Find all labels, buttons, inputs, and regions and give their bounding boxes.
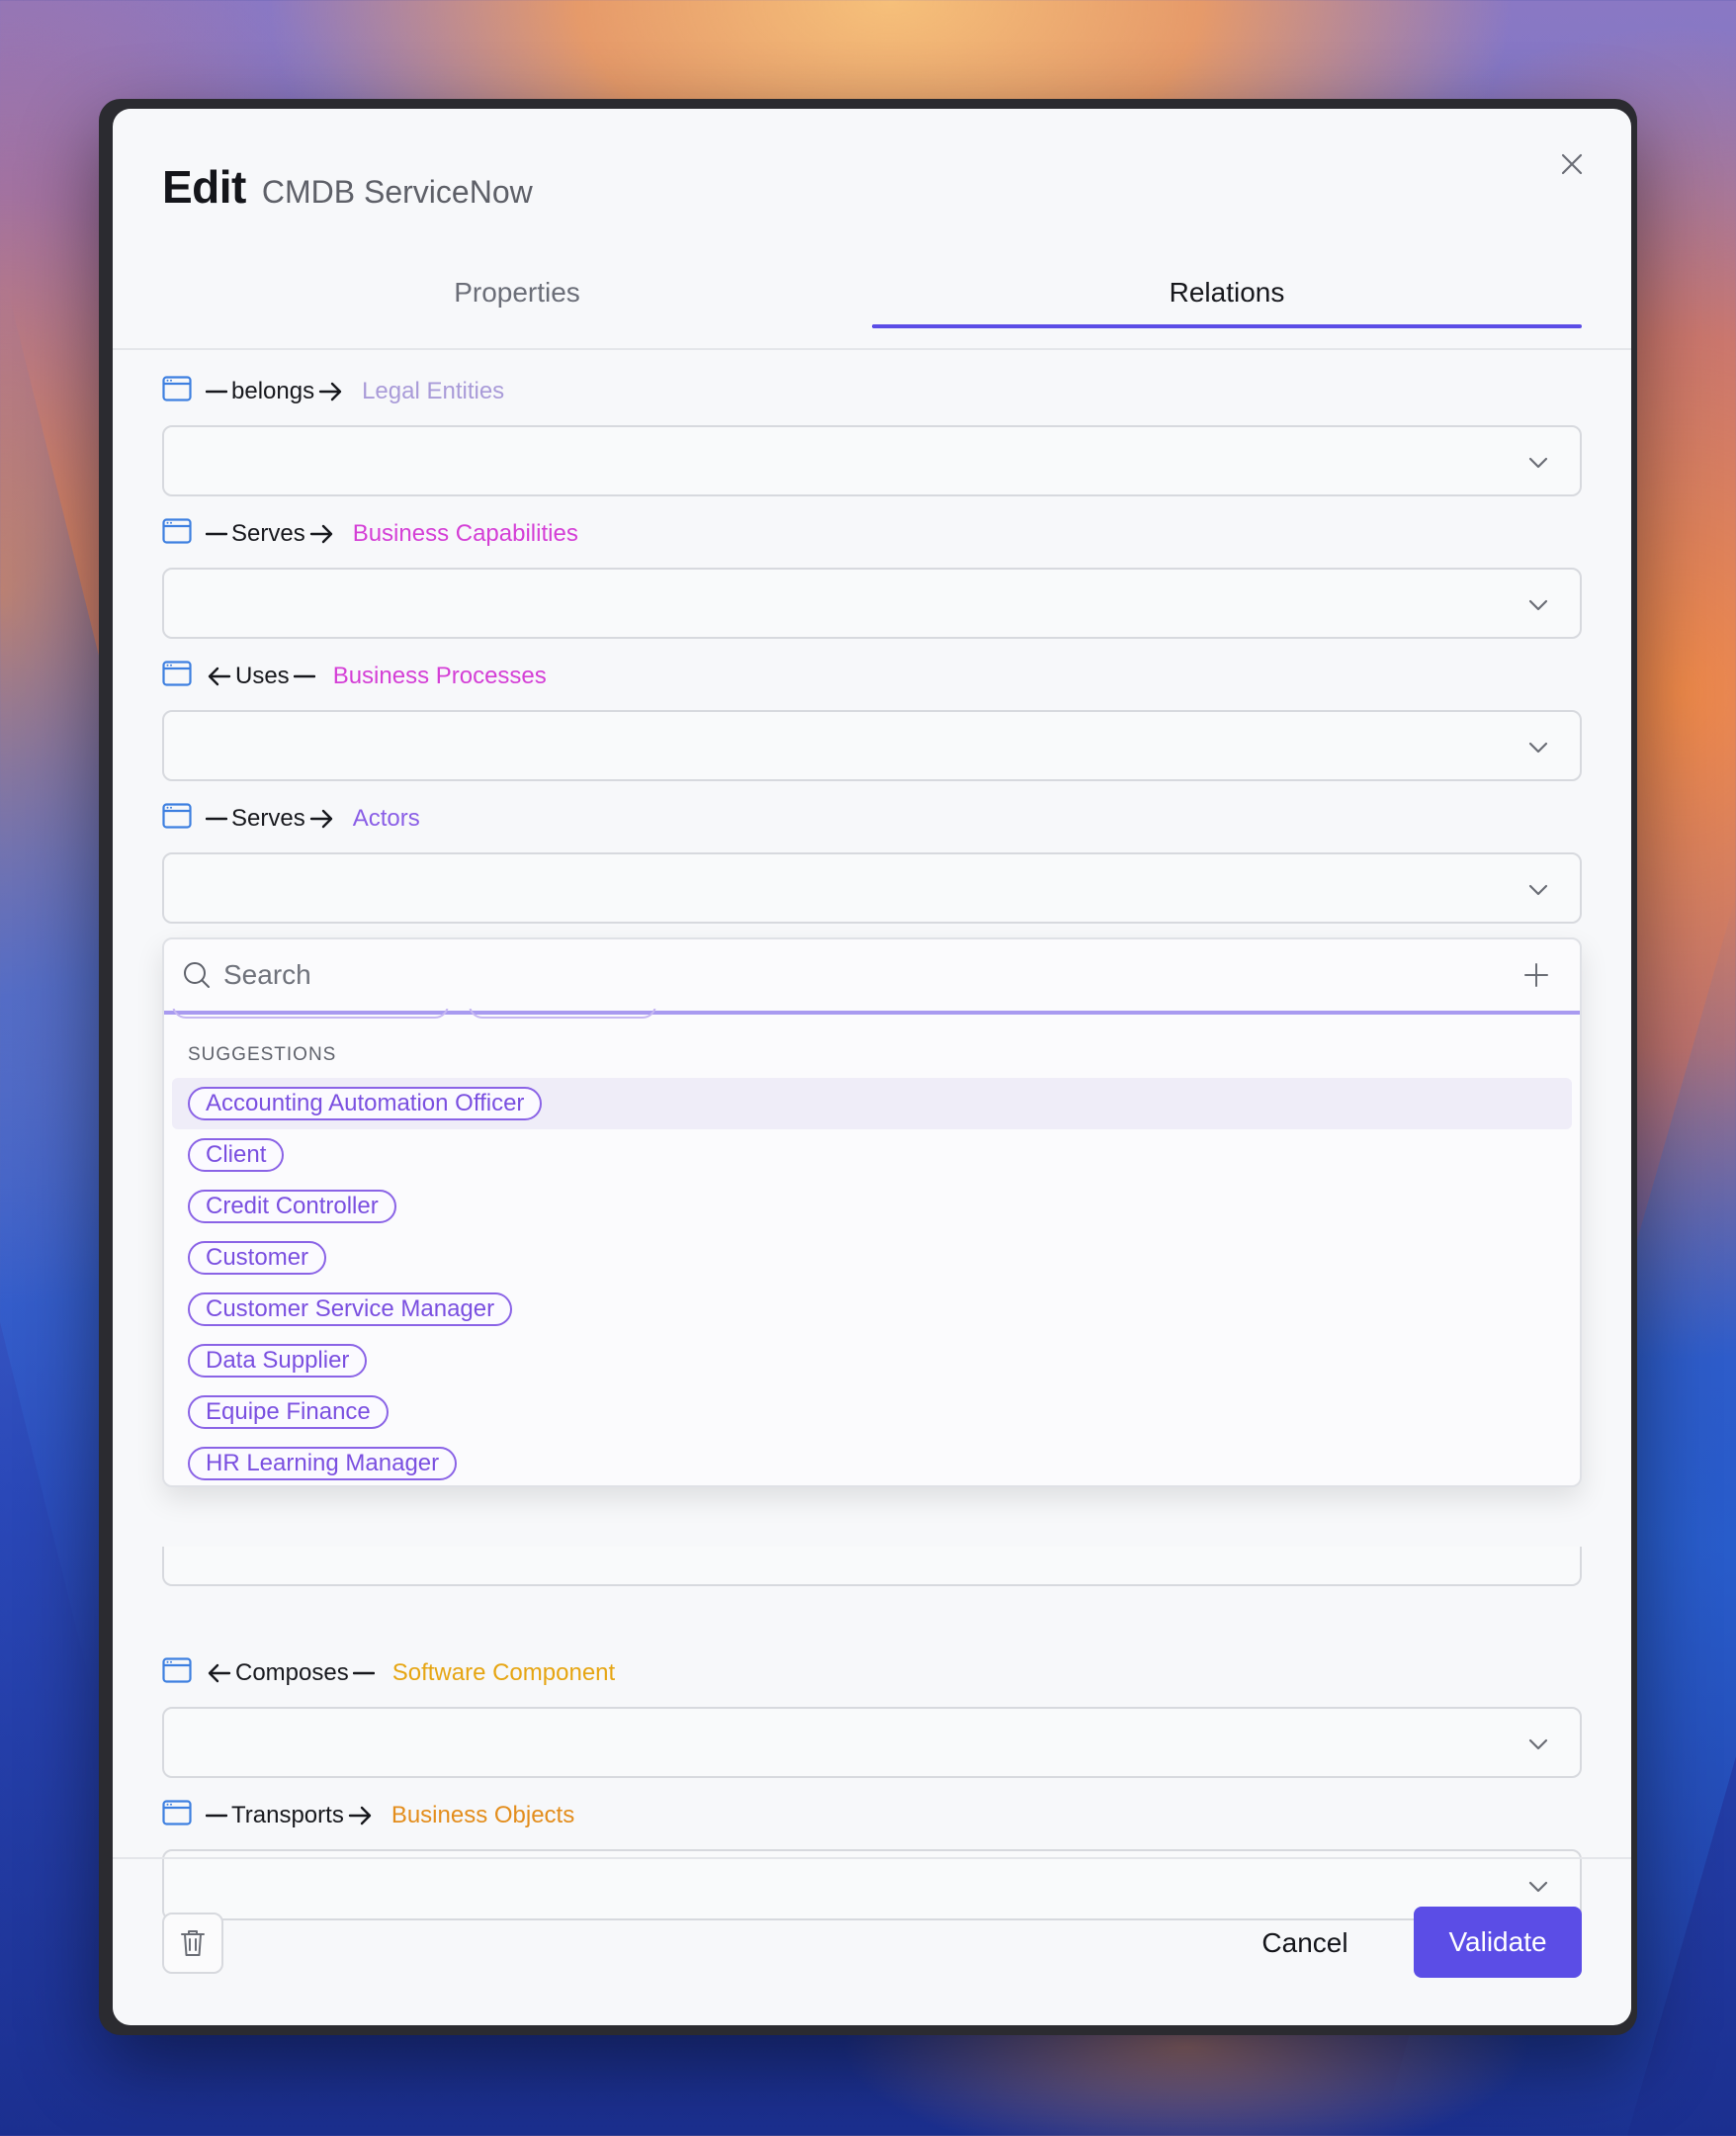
chevron-down-icon[interactable] (1526, 451, 1550, 480)
chevron-down-icon[interactable] (1526, 1875, 1550, 1904)
relation-target: Legal Entities (362, 378, 505, 404)
relation-target: Business Capabilities (352, 520, 578, 547)
close-icon (1561, 153, 1583, 175)
scrolled-chips (172, 1009, 656, 1019)
dash-icon (206, 1813, 227, 1819)
arrow-right-icon (318, 380, 344, 403)
relation-verb: Composes (235, 1659, 349, 1686)
relation-label: Serves Actors (162, 797, 1582, 841)
dash-icon (352, 1670, 375, 1676)
relation-label: Transports Business Objects (162, 1794, 1582, 1837)
relation-label: Uses Business Processes (162, 655, 1582, 698)
relation-verb: Uses (235, 663, 290, 689)
chevron-down-icon[interactable] (1526, 1733, 1550, 1761)
arrow-right-icon (309, 522, 335, 546)
relation-target: Actors (352, 805, 420, 832)
suggestion-item[interactable]: HR Learning Manager (172, 1438, 1572, 1485)
relation-select[interactable] (162, 852, 1582, 924)
add-button[interactable] (1522, 961, 1550, 994)
suggestion-item[interactable]: Equipe Finance (172, 1386, 1572, 1438)
suggestion-item[interactable]: Data Supplier (172, 1335, 1572, 1386)
delete-button[interactable] (162, 1913, 223, 1974)
relation-label: Serves Business Capabilities (162, 512, 1582, 556)
relation-select[interactable] (162, 568, 1582, 639)
search-input[interactable] (223, 959, 1410, 991)
relation-row: Uses Business Processes (162, 655, 1582, 781)
edit-modal: Edit CMDB ServiceNow Properties Relation… (113, 109, 1631, 2025)
dash-icon (206, 389, 227, 395)
relation-row: Serves Actors (162, 797, 1582, 924)
window-icon (162, 660, 192, 693)
window-icon (162, 517, 192, 551)
cancel-button[interactable]: Cancel (1236, 1909, 1374, 1978)
relation-verb: belongs (231, 378, 315, 404)
arrow-right-icon (348, 1804, 374, 1827)
arrow-right-icon (309, 807, 335, 831)
close-button[interactable] (1552, 144, 1592, 184)
relation-target: Business Processes (332, 663, 547, 689)
window-icon (162, 375, 192, 408)
suggestion-chip: Customer (188, 1241, 327, 1275)
dropdown-search-row (164, 939, 1580, 1011)
chevron-down-icon[interactable] (1526, 878, 1550, 907)
relation-verb: Serves (231, 805, 305, 832)
suggestion-chip: Data Supplier (188, 1344, 368, 1378)
trash-icon (181, 1930, 205, 1956)
tab-relations[interactable]: Relations (872, 257, 1582, 328)
arrow-left-icon (206, 665, 231, 688)
relation-select[interactable] (162, 425, 1582, 496)
tab-properties[interactable]: Properties (162, 257, 872, 328)
window-icon (162, 1656, 192, 1690)
validate-button[interactable]: Validate (1414, 1907, 1582, 1978)
suggestion-item[interactable]: Client (172, 1129, 1572, 1181)
suggestions-dropdown: SUGGESTIONS Accounting Automation Office… (162, 937, 1582, 1487)
search-icon (184, 962, 210, 988)
relation-verb: Transports (231, 1802, 344, 1828)
relation-row: Serves Business Capabilities (162, 512, 1582, 639)
chevron-down-icon[interactable] (1526, 593, 1550, 622)
relation-row: belongs Legal Entities (162, 370, 1582, 496)
dash-icon (293, 673, 315, 679)
relation-target: Software Component (391, 1659, 616, 1686)
relation-target: Business Objects (391, 1802, 575, 1828)
relation-select-obscured[interactable] (162, 1547, 1582, 1586)
suggestions-heading: SUGGESTIONS (188, 1044, 337, 1065)
suggestion-chip: Customer Service Manager (188, 1292, 513, 1326)
record-name: CMDB ServiceNow (261, 174, 533, 210)
relation-row: Composes Software Component (162, 1651, 1582, 1778)
relation-select[interactable] (162, 1707, 1582, 1778)
suggestion-chip: Equipe Finance (188, 1395, 389, 1429)
footer-divider (113, 1857, 1631, 1859)
suggestions-list: Accounting Automation Officer Client Credi… (164, 1078, 1580, 1485)
suggestion-chip: Client (188, 1138, 285, 1172)
relation-label: Composes Software Component (162, 1651, 1582, 1695)
relation-verb: Serves (231, 520, 305, 547)
plus-icon (1524, 963, 1548, 987)
tab-bar: Properties Relations (162, 257, 1582, 328)
suggestion-chip: Accounting Automation Officer (188, 1087, 543, 1120)
arrow-left-icon (206, 1661, 231, 1685)
suggestion-chip: HR Learning Manager (188, 1447, 458, 1480)
suggestion-item[interactable]: Customer Service Manager (172, 1284, 1572, 1335)
relation-label: belongs Legal Entities (162, 370, 1582, 413)
page-title: Edit (162, 161, 246, 213)
suggestion-chip: Credit Controller (188, 1190, 396, 1223)
dash-icon (206, 531, 227, 537)
chevron-down-icon[interactable] (1526, 736, 1550, 764)
suggestion-item[interactable]: Accounting Automation Officer (172, 1078, 1572, 1129)
dash-icon (206, 816, 227, 822)
relation-select[interactable] (162, 710, 1582, 781)
modal-title: Edit CMDB ServiceNow (162, 160, 533, 214)
window-icon (162, 1799, 192, 1832)
suggestion-item[interactable]: Credit Controller (172, 1181, 1572, 1232)
window-icon (162, 802, 192, 836)
suggestion-item[interactable]: Customer (172, 1232, 1572, 1284)
